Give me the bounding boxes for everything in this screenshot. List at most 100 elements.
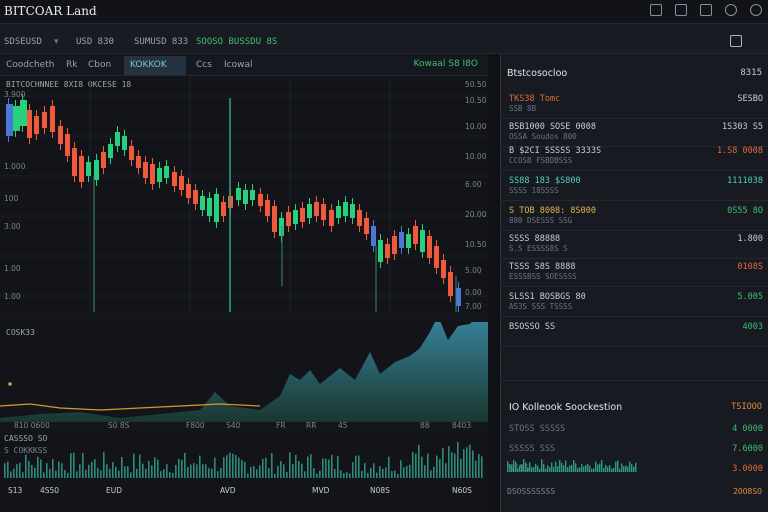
histogram-bar [475,460,477,478]
histogram-bar [478,453,480,478]
histogram-bar [277,466,279,478]
histogram-bar [103,452,105,478]
lock-icon[interactable] [700,4,712,16]
x-tick: F800 [186,421,205,430]
histogram-bar [37,456,39,478]
histogram-bar [346,472,348,478]
histogram-bar [367,472,369,478]
pane-divider[interactable] [488,54,500,512]
histogram-bar [322,458,324,478]
list-item[interactable]: SSSS 88888 1.800 S.S ESSSS8S S [501,232,768,256]
list-item[interactable]: BSOSSO SS 4003 [501,320,768,344]
histogram-bar [283,464,285,478]
tab-ccs[interactable]: Ccs [190,56,218,75]
histogram-bar [73,452,75,478]
candle-body [427,236,432,258]
list-item[interactable]: SS88 183 $S800 1111038 SSSS 18SSSS [501,174,768,198]
candle-body [392,236,397,254]
histogram-bar [112,461,114,478]
histogram-bar [569,465,571,472]
area-fill [0,322,488,422]
list-item[interactable]: TKS38 Tomc SESBO SSB 8B [501,92,768,116]
candle-body [94,160,99,180]
histogram-bar [549,467,551,472]
layout-icon[interactable] [675,4,687,16]
list-item[interactable]: S TOB 8008: 8S000 0S55 8O 880 DSESSS SSG [501,204,768,228]
candle-body [343,202,348,216]
list-item-name: B $2CI SSSSS 3333S [509,146,602,156]
histogram-bar [448,446,450,478]
tab-coodcheth[interactable]: Coodcheth [0,56,60,75]
analysis-row-value: 4 0000 [732,424,763,434]
settings-icon[interactable] [730,35,742,47]
list-item-sub: SSSS 18SSSS [509,186,559,195]
candle-body [58,126,63,144]
y-tick: 20.00 [465,210,487,219]
histogram-bar [627,466,629,472]
side-panel-title-value: 8315 [740,68,762,78]
histogram-bar [537,465,539,472]
histogram-bar [250,466,252,478]
histogram-bar [52,459,54,478]
histogram-bar [400,460,402,478]
histogram-bar [460,458,462,478]
histogram-bar [226,455,228,478]
chevron-down-icon[interactable]: ▾ [54,37,59,47]
histogram-bar [507,461,509,472]
list-item[interactable]: TSSS S8S 8888 0108S ESSSBSS SOESSSS [501,260,768,284]
list-item[interactable]: SLSS1 BOSBGS 80 5.005 AS3S SSS TSSSS [501,290,768,314]
x-tick: 4S50 [40,486,60,495]
toolbar-item-pair[interactable]: USD 830 [76,37,114,47]
histogram-bar [565,460,567,472]
histogram-bar [379,466,381,478]
app-title: BITCOAR Land [4,4,97,18]
divider [501,170,768,171]
share-icon[interactable] [725,4,737,16]
histogram-bar [509,463,511,472]
toolbar-item-price[interactable]: SOOSO BUSSDU 8S [196,37,277,47]
histogram-bar [517,468,519,472]
histogram-bar [211,468,213,478]
oscillator-chart[interactable]: CASSSO SO S COKKKSS S13 4S50 EUD AVD MVD… [0,432,488,512]
tab-cbon[interactable]: Cbon [82,56,117,75]
candle-body [27,110,32,138]
window-controls [650,4,762,16]
histogram-bar [28,461,30,478]
tab-icowal[interactable]: Icowal [218,56,259,75]
x-tick: AVD [220,486,236,495]
title-bar: BITCOAR Land [0,0,768,24]
candle-body [13,106,20,131]
histogram-bar [208,468,210,478]
toolbar-item-sum[interactable]: SUMUSD 833 [134,37,188,47]
list-item[interactable]: B $2CI SSSSS 3333S 1.S8 0008 CCOSB FSBDBSS… [501,144,768,168]
histogram-bar [109,468,111,478]
histogram-bar [436,455,438,478]
list-item[interactable]: BSB1000 SOSE 0008 1S303 S5 OSSA Soudos 800 [501,120,768,144]
histogram-bar [543,463,545,472]
histogram-bar [259,465,261,478]
histogram-bar [364,463,366,478]
candlestick-chart[interactable]: BITCOCHNNEE 8XI8 OKCESE 18 3.900 1.000 1… [0,76,488,312]
candle-body [243,190,248,204]
histogram-bar [235,455,237,478]
tab-rk[interactable]: Rk [60,56,83,75]
list-item-name: BSOSSO SS [509,322,556,332]
search-icon[interactable] [750,4,762,16]
histogram-bar [567,467,569,472]
symbol-selector[interactable]: SDSEUSD [4,37,42,47]
histogram-bar [55,470,57,478]
window-icon[interactable] [650,4,662,16]
y-tick: 10.00 [465,122,487,131]
histogram-bar [127,466,129,478]
candle-body [336,206,341,218]
x-tick: S13 [8,486,23,495]
x-tick: 8403 [452,421,472,430]
tab-kokkok[interactable]: KOKKOK [124,56,186,75]
volume-area-chart[interactable]: COSK33 [0,322,488,422]
list-item-value: 5.005 [737,292,763,302]
candle-body [65,134,70,156]
list-item-name: BSB1000 SOSE 0008 [509,122,596,132]
histogram-bar [424,465,426,478]
histogram-bar [603,467,605,472]
histogram-bar [292,463,294,478]
